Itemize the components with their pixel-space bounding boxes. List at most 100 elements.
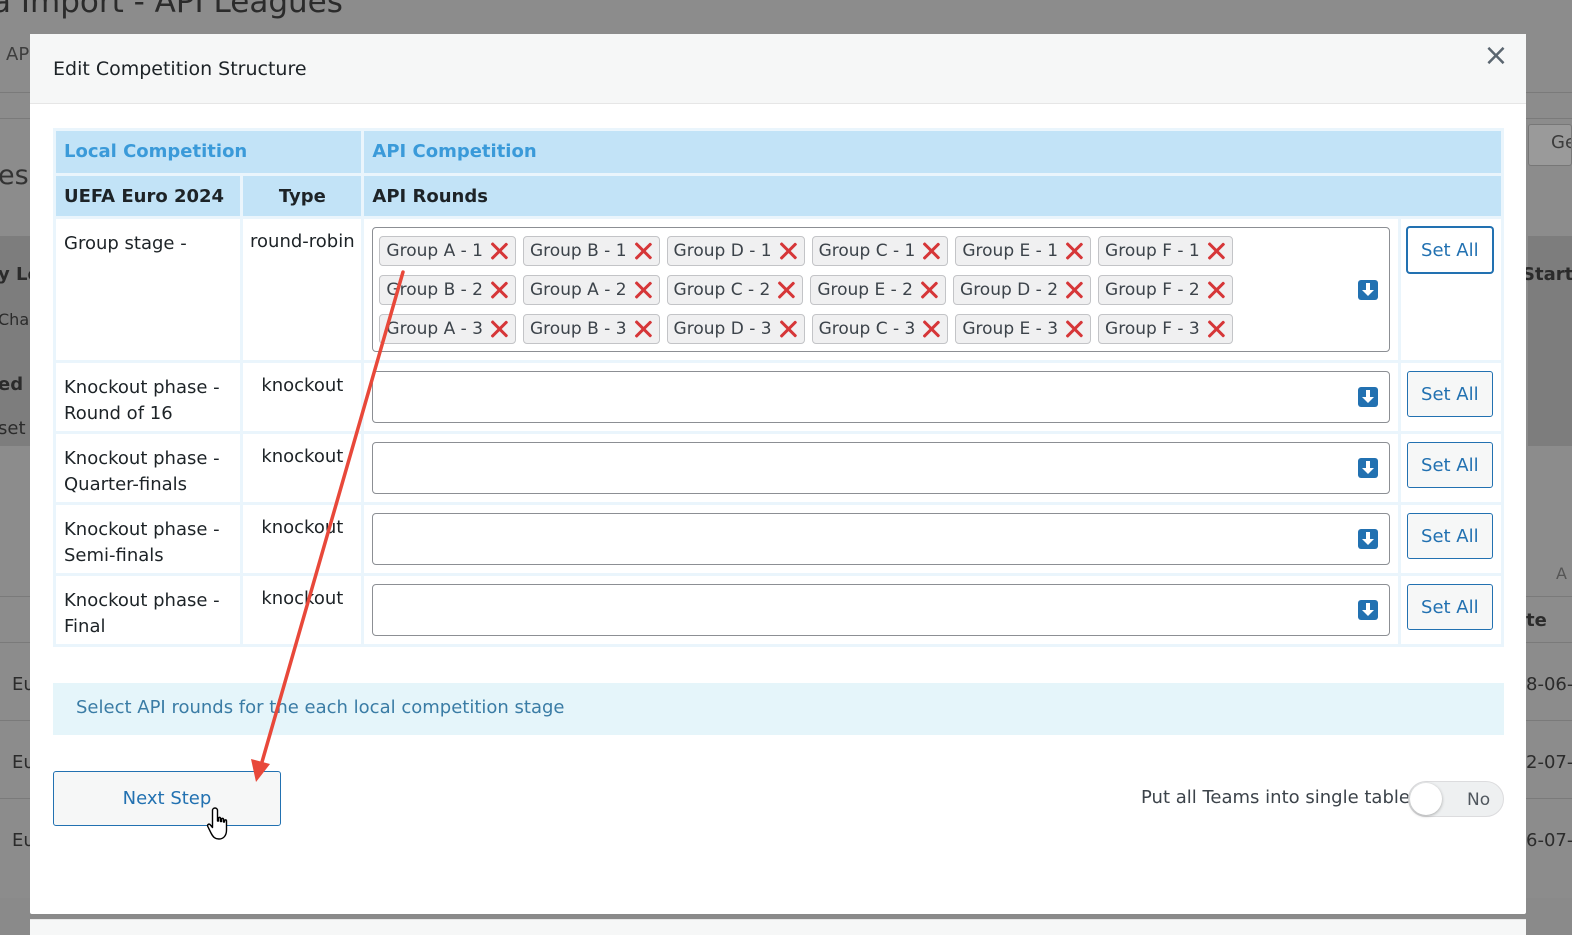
round-chip-label: Group A - 3 (386, 319, 483, 339)
round-chip-label: Group D - 1 (673, 241, 772, 261)
remove-icon[interactable] (1206, 280, 1226, 300)
round-chip[interactable]: Group C - 3 (811, 314, 949, 344)
background-page-title: a Import - API Leagues (0, 0, 343, 20)
table-rows: Group stage - round-robin Group A - 1 Group… (56, 219, 1501, 644)
remove-icon[interactable] (633, 280, 653, 300)
api-rounds-cell: Group A - 1 Group B - 1 Group D - 1 Group C… (364, 219, 1398, 360)
stage-type: knockout (243, 363, 362, 431)
header-api-competition: API Competition (364, 131, 1501, 173)
stage-name: Knockout phase - Semi-finals (56, 505, 241, 573)
set-all-cell: Set All (1400, 219, 1501, 360)
single-table-label: Put all Teams into single table (1141, 787, 1410, 808)
stage-type: knockout (243, 505, 362, 573)
round-chip-label: Group E - 3 (962, 319, 1059, 339)
table-row: Knockout phase - Semi-finals knockout Set … (56, 505, 1501, 573)
dropdown-arrow-icon[interactable] (1357, 458, 1378, 478)
dropdown-arrow-icon[interactable] (1357, 387, 1378, 407)
remove-icon[interactable] (778, 241, 798, 261)
api-rounds-cell (364, 505, 1398, 573)
remove-icon[interactable] (1064, 319, 1084, 339)
dropdown-arrow-icon[interactable] (1357, 600, 1378, 620)
background-text: te (1526, 610, 1547, 631)
table-row: Knockout phase - Round of 16 knockout Set … (56, 363, 1501, 431)
round-chip[interactable]: Group B - 2 (379, 275, 516, 305)
set-all-button[interactable]: Set All (1406, 371, 1493, 417)
round-chip[interactable]: Group C - 2 (666, 275, 804, 305)
remove-icon[interactable] (633, 319, 653, 339)
round-chip[interactable]: Group D - 2 (953, 275, 1092, 305)
round-chip-label: Group B - 2 (386, 280, 483, 300)
remove-icon[interactable] (921, 241, 941, 261)
round-chip-label: Group C - 1 (818, 241, 916, 261)
api-rounds-select[interactable] (372, 442, 1390, 494)
competition-structure-table: Local Competition API Competition UEFA E… (53, 128, 1504, 647)
stage-name: Knockout phase - Round of 16 (56, 363, 241, 431)
remove-icon[interactable] (1064, 280, 1084, 300)
round-chip[interactable]: Group A - 1 (379, 236, 516, 266)
edit-competition-modal: Edit Competition Structure × Local Compe… (30, 34, 1526, 935)
column-api-rounds: API Rounds (364, 176, 1501, 216)
round-chip[interactable]: Group E - 1 (955, 236, 1092, 266)
close-button[interactable]: × (1482, 41, 1510, 71)
round-chip[interactable]: Group E - 3 (955, 314, 1092, 344)
set-all-cell: Set All (1400, 434, 1501, 502)
background-text: set (0, 418, 26, 439)
api-rounds-select[interactable] (372, 371, 1390, 423)
background-heading: es (0, 160, 29, 191)
round-chip-label: Group D - 2 (960, 280, 1059, 300)
round-chip[interactable]: Group D - 3 (666, 314, 805, 344)
api-rounds-cell (364, 363, 1398, 431)
round-chip-label: Group A - 2 (530, 280, 627, 300)
round-chip[interactable]: Group F - 2 (1098, 275, 1233, 305)
close-icon[interactable]: × (1483, 38, 1508, 73)
remove-icon[interactable] (921, 319, 941, 339)
remove-icon[interactable] (1064, 241, 1084, 261)
round-chip-label: Group B - 1 (529, 241, 627, 261)
set-all-cell: Set All (1400, 363, 1501, 431)
remove-icon[interactable] (633, 241, 653, 261)
round-chip[interactable]: Group F - 1 (1098, 236, 1233, 266)
round-chip[interactable]: Group C - 1 (811, 236, 949, 266)
next-step-button[interactable]: Next Step (53, 771, 281, 826)
round-chip[interactable]: Group D - 1 (666, 236, 805, 266)
dropdown-arrow-icon[interactable] (1357, 529, 1378, 549)
round-chip[interactable]: Group B - 1 (522, 236, 660, 266)
round-chip[interactable]: Group F - 3 (1098, 314, 1233, 344)
api-rounds-select[interactable] (372, 513, 1390, 565)
header-local-competition: Local Competition (56, 131, 362, 173)
set-all-button[interactable]: Set All (1406, 584, 1493, 630)
selected-rounds: Group A - 1 Group B - 1 Group D - 1 Group C… (379, 234, 1348, 351)
round-chip[interactable]: Group A - 2 (523, 275, 660, 305)
single-table-toggle[interactable]: No (1408, 781, 1504, 817)
set-all-button[interactable]: Set All (1406, 227, 1493, 273)
round-chip[interactable]: Group E - 2 (810, 275, 947, 305)
remove-icon[interactable] (1206, 241, 1226, 261)
round-chip[interactable]: Group A - 3 (379, 314, 516, 344)
toggle-knob[interactable] (1410, 783, 1442, 815)
round-chip-label: Group E - 2 (817, 280, 914, 300)
stage-type: knockout (243, 576, 362, 644)
api-rounds-select[interactable] (372, 584, 1390, 636)
background-text: 8-06- (1526, 674, 1572, 695)
set-all-button[interactable]: Set All (1406, 513, 1493, 559)
column-type: Type (243, 176, 362, 216)
remove-icon[interactable] (489, 280, 509, 300)
api-rounds-select[interactable]: Group A - 1 Group B - 1 Group D - 1 Group C… (372, 227, 1390, 352)
modal-footer (30, 919, 1526, 935)
column-competition-name: UEFA Euro 2024 (56, 176, 241, 216)
modal-title: Edit Competition Structure (53, 58, 307, 80)
remove-icon[interactable] (1206, 319, 1226, 339)
api-rounds-cell (364, 576, 1398, 644)
dropdown-arrow-icon[interactable] (1357, 279, 1378, 300)
remove-icon[interactable] (489, 319, 509, 339)
remove-icon[interactable] (778, 319, 798, 339)
set-all-cell: Set All (1400, 576, 1501, 644)
remove-icon[interactable] (489, 241, 509, 261)
round-chip[interactable]: Group B - 3 (522, 314, 660, 344)
remove-icon[interactable] (776, 280, 796, 300)
help-notice: Select API rounds for the each local com… (53, 683, 1504, 735)
toggle-state: No (1467, 790, 1491, 810)
stage-name: Knockout phase - Quarter-finals (56, 434, 241, 502)
remove-icon[interactable] (919, 280, 939, 300)
set-all-button[interactable]: Set All (1406, 442, 1493, 488)
